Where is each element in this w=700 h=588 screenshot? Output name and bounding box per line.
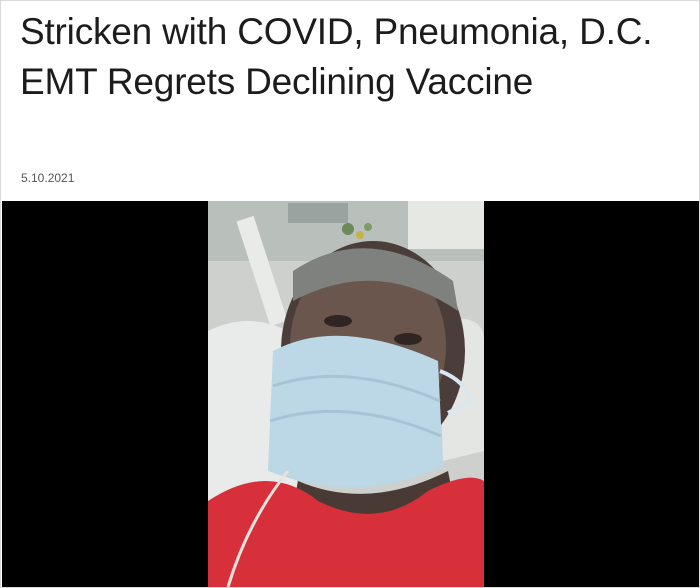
video-still-image[interactable] xyxy=(208,201,484,587)
video-player[interactable] xyxy=(2,201,699,587)
article-date: 5.10.2021 xyxy=(21,171,75,185)
article-headline[interactable]: Stricken with COVID, Pneumonia, D.C. EMT… xyxy=(20,7,690,107)
article-card: Stricken with COVID, Pneumonia, D.C. EMT… xyxy=(0,0,700,588)
hospital-selfie-illustration xyxy=(208,201,484,587)
